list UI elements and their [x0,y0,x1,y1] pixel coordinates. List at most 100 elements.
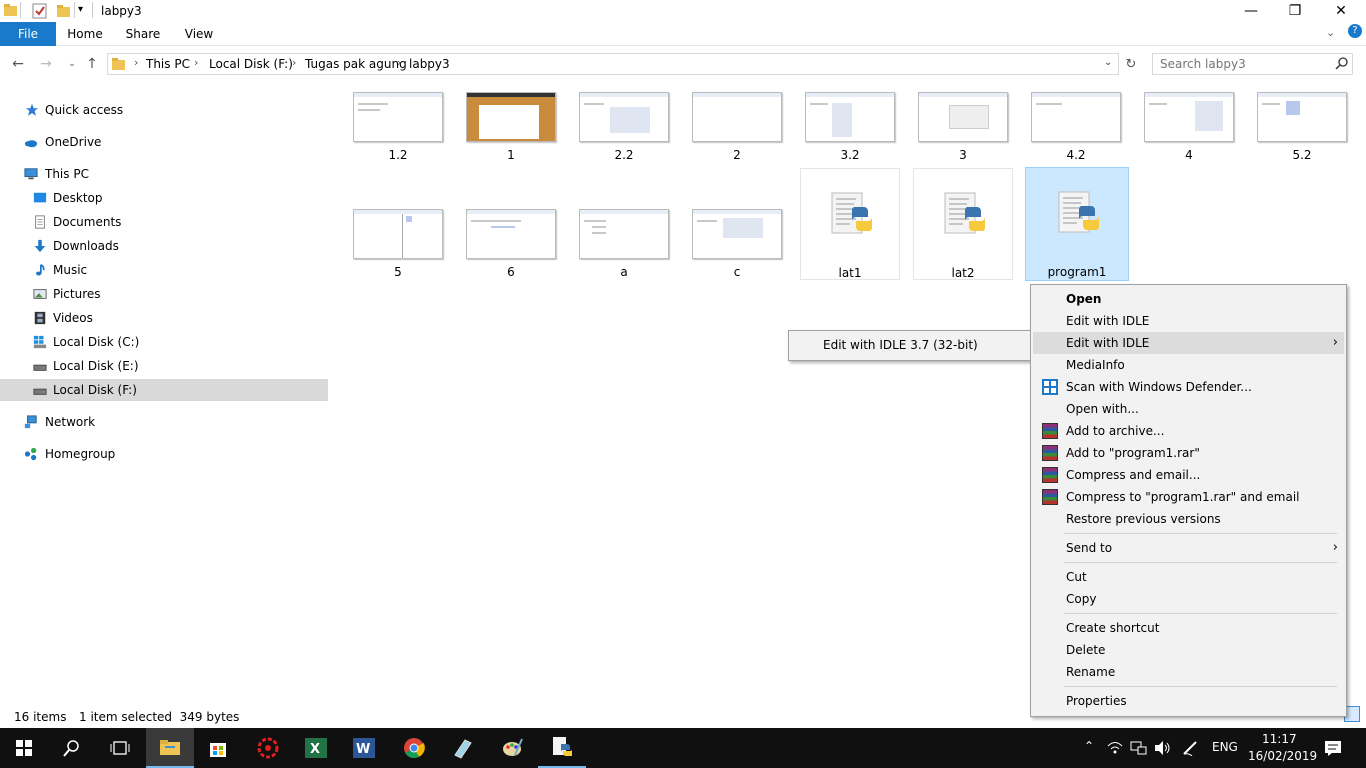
nav-item-downloads[interactable]: Downloads [0,235,328,257]
menu-item-properties[interactable]: Properties [1033,690,1344,712]
file-item[interactable]: 2 [687,86,787,198]
nav-item-onedrive[interactable]: OneDrive [0,131,328,153]
menu-item-delete[interactable]: Delete [1033,639,1344,661]
nav-item-local-disk-c[interactable]: Local Disk (C:) [0,331,328,353]
file-item[interactable]: 5 [348,203,448,315]
python-taskbar-button[interactable] [538,728,586,768]
network-status-icon[interactable] [1130,740,1148,756]
clock-time[interactable]: 11:17 [1262,732,1297,746]
help-icon[interactable]: ? [1348,24,1362,38]
back-arrow-icon[interactable]: ← [8,54,28,74]
menu-item-create-shortcut[interactable]: Create shortcut [1033,617,1344,639]
search-icon[interactable] [1335,56,1349,73]
file-item[interactable]: 2.2 [574,86,674,198]
menu-item-edit-with-idle[interactable]: Edit with IDLE [1033,310,1344,332]
properties-icon[interactable] [32,3,48,19]
nav-item-documents[interactable]: Documents [0,211,328,233]
menu-item-compress-email[interactable]: Compress and email... [1033,464,1344,486]
recent-locations-icon[interactable]: ⌄ [62,54,82,74]
nav-label: Homegroup [45,447,116,461]
nav-item-quick-access[interactable]: Quick access [0,99,328,121]
menu-item-add-to-rar[interactable]: Add to "program1.rar" [1033,442,1344,464]
forward-arrow-icon[interactable]: → [36,54,56,74]
nav-item-music[interactable]: Music [0,259,328,281]
show-hidden-icons-icon[interactable]: ⌃ [1084,739,1094,753]
menu-item-rename[interactable]: Rename [1033,661,1344,683]
tab-view[interactable]: View [174,22,224,46]
customize-quick-access-icon[interactable]: ▾ [78,4,83,20]
notification-center-icon[interactable] [1324,740,1342,756]
address-bar[interactable]: › This PC › Local Disk (F:) › Tugas pak … [107,53,1119,75]
menu-item-edit-with-idle-3-7[interactable]: Edit with IDLE 3.7 (32-bit) [823,338,978,352]
file-item[interactable]: 6 [461,203,561,315]
pen-icon[interactable] [1182,740,1200,756]
menu-item-mediainfo[interactable]: MediaInfo [1033,354,1344,376]
app-taskbar-button[interactable] [244,728,292,768]
file-item[interactable]: a [574,203,674,315]
menu-item-copy[interactable]: Copy [1033,588,1344,610]
menu-item-send-to[interactable]: Send to › [1033,537,1344,559]
nav-item-local-disk-f[interactable]: Local Disk (F:) [0,379,328,401]
word-taskbar-button[interactable]: W [340,728,388,768]
close-button[interactable]: ✕ [1318,0,1364,22]
menu-item-cut[interactable]: Cut [1033,566,1344,588]
excel-taskbar-button[interactable]: X [292,728,340,768]
wifi-icon[interactable] [1107,741,1123,755]
breadcrumb-this-pc[interactable]: This PC [146,57,190,71]
expand-ribbon-icon[interactable]: ⌄ [1326,26,1335,39]
chevron-right-icon[interactable]: › [292,56,296,69]
maximize-button[interactable]: ❐ [1272,0,1318,22]
menu-item-scan-defender[interactable]: Scan with Windows Defender... [1033,376,1344,398]
menu-item-add-to-archive[interactable]: Add to archive... [1033,420,1344,442]
clock-date[interactable]: 16/02/2019 [1248,749,1317,763]
file-item[interactable]: 4 [1139,86,1239,198]
breadcrumb-labpy3[interactable]: labpy3 [409,57,450,71]
menu-item-open-with[interactable]: Open with... [1033,398,1344,420]
file-item[interactable]: c [687,203,787,315]
new-folder-icon[interactable] [56,3,72,19]
search-box[interactable] [1152,53,1353,75]
chevron-right-icon[interactable]: › [397,56,401,69]
file-item[interactable]: 1.2 [348,86,448,198]
nav-label: Downloads [53,239,119,253]
nav-item-this-pc[interactable]: This PC [0,163,328,185]
language-indicator[interactable]: ENG [1212,740,1238,754]
notepad-taskbar-button[interactable] [438,728,486,768]
menu-item-open[interactable]: Open [1033,288,1344,310]
nav-item-homegroup[interactable]: Homegroup [0,443,328,465]
menu-item-edit-with-idle-submenu[interactable]: Edit with IDLE › [1033,332,1344,354]
store-taskbar-button[interactable] [194,728,242,768]
chevron-right-icon[interactable]: › [134,56,138,69]
search-input[interactable] [1153,54,1323,74]
file-explorer-taskbar-button[interactable] [146,728,194,768]
menu-item-compress-rar-email[interactable]: Compress to "program1.rar" and email [1033,486,1344,508]
nav-item-pictures[interactable]: Pictures [0,283,328,305]
file-item[interactable]: lat2 [913,168,1013,280]
volume-icon[interactable] [1154,740,1172,756]
start-button[interactable] [0,728,48,768]
breadcrumb-tugas-pak-agung[interactable]: Tugas pak agung [305,57,407,71]
nav-item-network[interactable]: Network [0,411,328,433]
file-item[interactable]: 5.2 [1252,86,1352,198]
file-item-selected[interactable]: program1 [1025,167,1129,281]
file-item[interactable]: 1 [461,86,561,198]
tab-home[interactable]: Home [60,22,110,46]
tab-share[interactable]: Share [118,22,168,46]
search-button[interactable] [48,728,96,768]
minimize-button[interactable]: — [1228,0,1274,22]
breadcrumb-local-disk-f[interactable]: Local Disk (F:) [209,57,293,71]
menu-item-restore-previous[interactable]: Restore previous versions [1033,508,1344,530]
chrome-taskbar-button[interactable] [390,728,438,768]
nav-item-local-disk-e[interactable]: Local Disk (E:) [0,355,328,377]
refresh-icon[interactable]: ↻ [1121,54,1141,74]
file-item[interactable]: lat1 [800,168,900,280]
chevron-right-icon[interactable]: › [194,56,198,69]
nav-item-videos[interactable]: Videos [0,307,328,329]
task-view-button[interactable] [96,728,144,768]
address-dropdown-icon[interactable]: ⌄ [1104,57,1112,68]
tab-file[interactable]: File [0,22,56,46]
up-arrow-icon[interactable]: ↑ [82,54,102,74]
paint-taskbar-button[interactable] [488,728,536,768]
nav-item-desktop[interactable]: Desktop [0,187,328,209]
menu-label: Compress to "program1.rar" and email [1066,490,1300,504]
